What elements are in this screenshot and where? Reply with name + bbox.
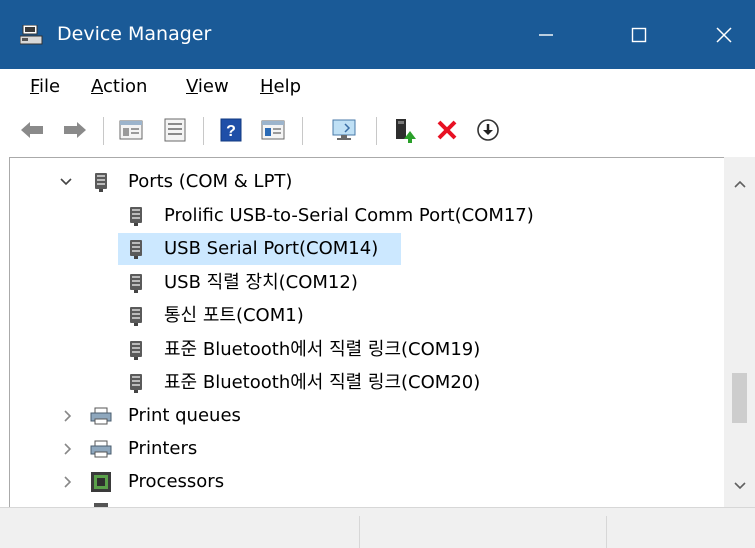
toolbar-separator (203, 117, 204, 145)
printer-icon (90, 407, 112, 425)
port-connector-icon (95, 173, 107, 192)
tree-category-processors[interactable]: Processors (10, 466, 310, 498)
uninstall-button[interactable] (432, 115, 462, 145)
help-button[interactable]: ? (216, 115, 246, 145)
tree-item-port[interactable]: 표준 Bluetooth에서 직렬 링크(COM19) (118, 334, 568, 366)
menu-file[interactable]: File (30, 69, 60, 105)
back-button[interactable] (17, 115, 47, 145)
device-manager-window: Device Manager File Action View Help ? P… (0, 0, 755, 548)
device-tree[interactable]: Ports (COM & LPT) Prolific USB-to-Serial… (9, 157, 755, 508)
toolbar-separator (376, 117, 377, 145)
back-arrow-icon (21, 122, 43, 138)
tree-item-port[interactable]: USB 직렬 장치(COM12) (118, 267, 418, 299)
forward-button[interactable] (60, 115, 90, 145)
download-button[interactable] (473, 115, 503, 145)
update-driver-icon (396, 119, 416, 143)
tree-category-label: Ports (COM & LPT) (128, 171, 293, 192)
window-title: Device Manager (57, 23, 212, 45)
minimize-icon (539, 33, 553, 36)
help-icon: ? (220, 118, 242, 142)
tree-item-port[interactable]: 통신 포트(COM1) (118, 300, 418, 332)
tree-item-label: USB Serial Port(COM14) (164, 238, 379, 259)
tree-item-label: Prolific USB-to-Serial Comm Port(COM17) (164, 205, 534, 226)
download-icon (477, 119, 499, 141)
port-connector-icon (130, 341, 142, 360)
chevron-right-icon[interactable] (61, 466, 75, 498)
title-bar[interactable]: Device Manager (0, 0, 755, 69)
menu-action[interactable]: Action (91, 69, 147, 105)
device-manager-app-icon (20, 25, 43, 45)
port-connector-icon (130, 374, 142, 393)
properties-icon (119, 120, 143, 140)
tree-category-label: Printers (128, 438, 198, 459)
scan-hardware-button[interactable] (330, 115, 360, 145)
printer-icon (90, 440, 112, 458)
minimize-button[interactable] (503, 0, 589, 69)
tree-item-label: USB 직렬 장치(COM12) (164, 272, 358, 293)
close-icon (716, 26, 732, 43)
tree-item-port[interactable]: 표준 Bluetooth에서 직렬 링크(COM20) (118, 367, 568, 399)
port-connector-icon (130, 307, 142, 326)
chevron-right-icon[interactable] (61, 433, 75, 465)
scroll-down-icon[interactable] (733, 481, 747, 491)
scrollbar-thumb[interactable] (732, 373, 747, 423)
tree-category-printers[interactable]: Printers (10, 433, 310, 465)
port-connector-icon (130, 207, 142, 226)
uninstall-icon (437, 120, 457, 140)
monitor-scan-icon (332, 119, 356, 140)
toolbar-separator (103, 117, 104, 145)
maximize-icon (631, 27, 647, 42)
processor-chip-icon (91, 472, 111, 492)
tree-item-label: 표준 Bluetooth에서 직렬 링크(COM19) (164, 339, 481, 360)
svg-text:?: ? (226, 123, 236, 140)
show-hidden-icon (261, 120, 285, 140)
tree-category-print-queues[interactable]: Print queues (10, 400, 310, 432)
list-icon (164, 118, 186, 142)
status-bar-divider (359, 516, 360, 548)
tree-item-label: 통신 포트(COM1) (164, 305, 304, 326)
status-bar-divider (606, 516, 607, 548)
menu-help[interactable]: Help (260, 69, 301, 105)
properties-button[interactable] (116, 115, 146, 145)
toolbar: ? (0, 105, 755, 157)
maximize-button[interactable] (596, 0, 682, 69)
port-connector-icon (130, 274, 142, 293)
tree-item-label: 표준 Bluetooth에서 직렬 링크(COM20) (164, 372, 481, 393)
vertical-scrollbar[interactable] (724, 157, 755, 507)
tree-category-ports[interactable]: Ports (COM & LPT) (10, 166, 725, 198)
list-button[interactable] (160, 115, 190, 145)
tree-item-port-selected[interactable]: USB Serial Port(COM14) (118, 233, 401, 265)
status-bar (0, 507, 755, 548)
menu-view[interactable]: View (186, 69, 229, 105)
chevron-down-icon[interactable] (59, 166, 73, 198)
update-driver-button[interactable] (390, 115, 420, 145)
tree-category-label: Processors (128, 471, 225, 492)
close-button[interactable] (681, 0, 755, 69)
chevron-right-icon[interactable] (61, 400, 75, 432)
port-connector-icon (130, 240, 142, 259)
tree-item-port[interactable]: Prolific USB-to-Serial Comm Port(COM17) (118, 200, 588, 232)
tree-category-label: Print queues (128, 405, 241, 426)
forward-arrow-icon (64, 122, 86, 138)
toolbar-separator (302, 117, 303, 145)
show-hidden-button[interactable] (258, 115, 288, 145)
menu-bar: File Action View Help (0, 69, 755, 105)
scroll-up-icon[interactable] (733, 179, 747, 189)
